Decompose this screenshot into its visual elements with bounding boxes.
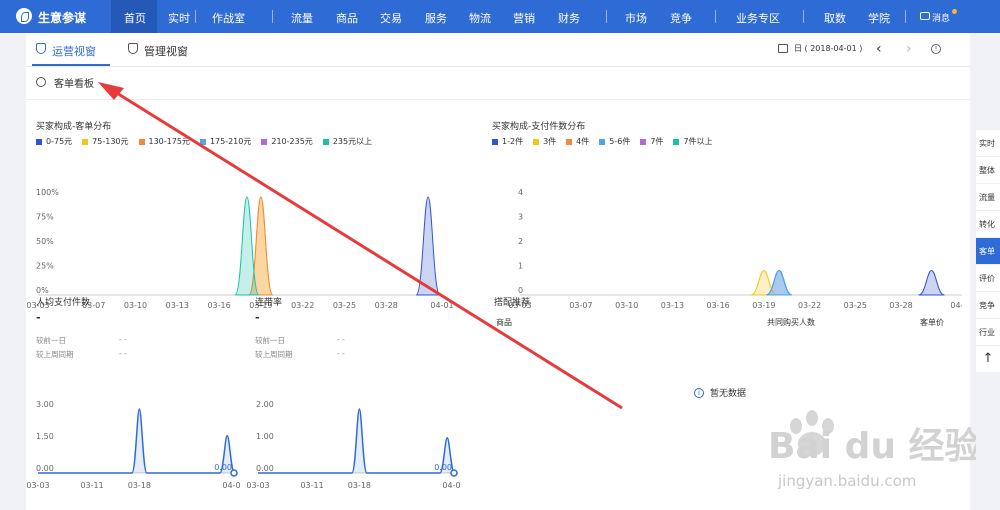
annotation-arrow (98, 82, 623, 410)
